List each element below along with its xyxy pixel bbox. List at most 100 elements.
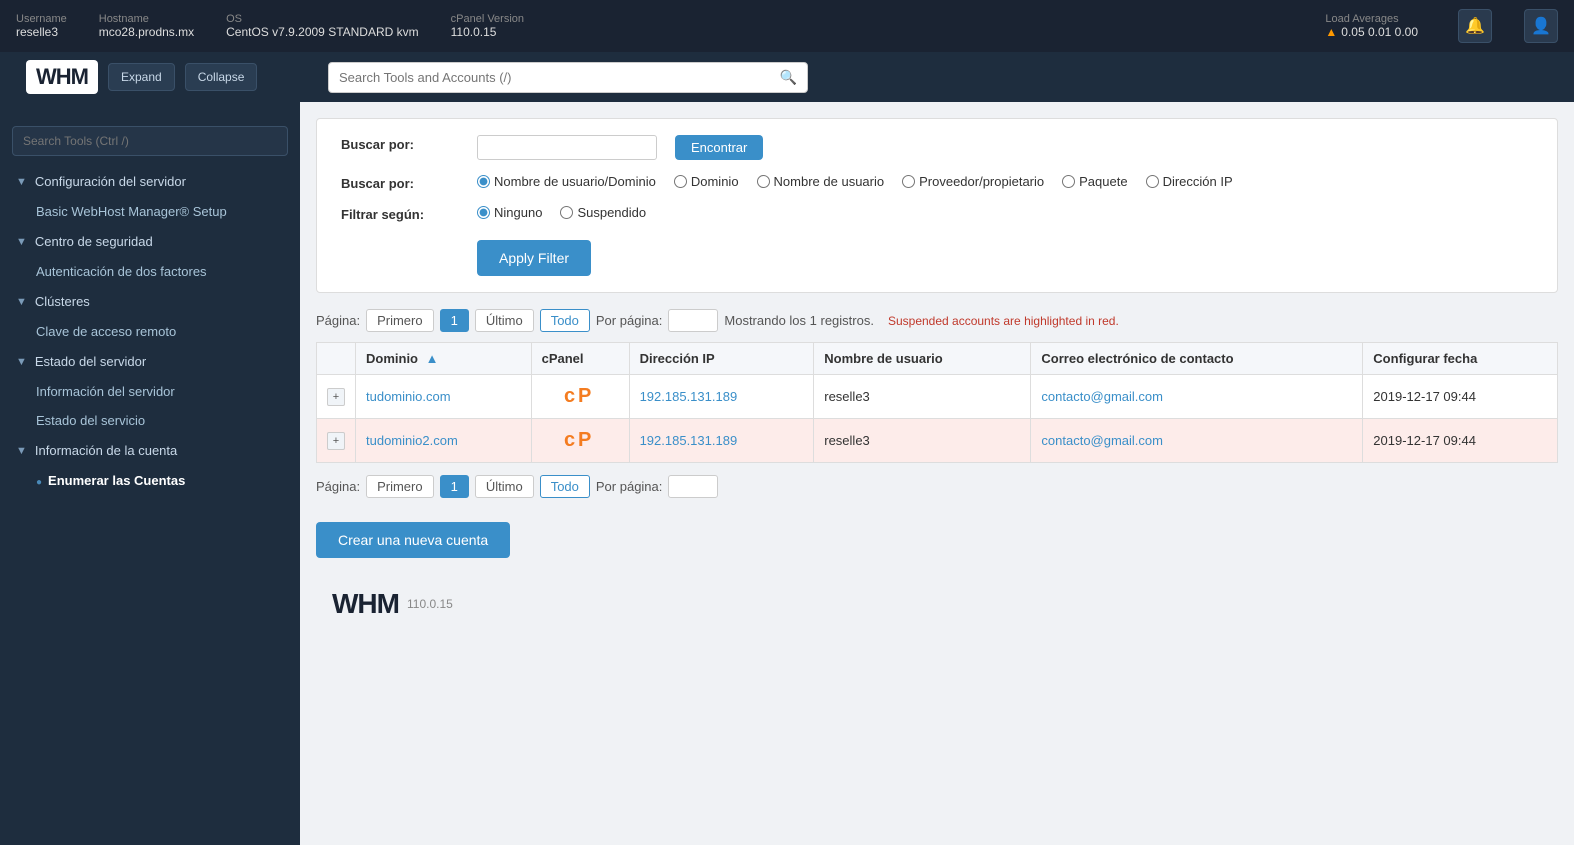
date-cell: 2019-12-17 09:44 <box>1363 375 1558 419</box>
sidebar-section-header-estado-servidor[interactable]: ▼ Estado del servidor <box>0 346 300 377</box>
chevron-down-icon-4: ▼ <box>16 356 27 368</box>
buscar-por-label-1: Buscar por: <box>341 135 461 152</box>
page-number-top[interactable]: 1 <box>440 309 469 332</box>
sidebar-section-header-configuracion[interactable]: ▼ Configuración del servidor <box>0 166 300 197</box>
sidebar-section-clusteres: ▼ Clústeres Clave de acceso remoto <box>0 286 300 346</box>
search-input[interactable] <box>477 135 657 160</box>
sidebar-item-info-servidor[interactable]: Información del servidor <box>0 377 300 406</box>
os-info: OS CentOS v7.9.2009 STANDARD kvm <box>226 13 419 39</box>
suspended-note: Suspended accounts are highlighted in re… <box>888 314 1119 328</box>
os-value: CentOS v7.9.2009 STANDARD kvm <box>226 25 419 39</box>
todo-button-top[interactable]: Todo <box>540 309 590 332</box>
sidebar-item-estado-servicio[interactable]: Estado del servicio <box>0 406 300 435</box>
sidebar-section-label-estado-servidor: Estado del servidor <box>35 354 146 369</box>
svg-text:P: P <box>578 429 591 451</box>
primero-button-top[interactable]: Primero <box>366 309 434 332</box>
th-expand <box>317 343 356 375</box>
top-bar: Username reselle3 Hostname mco28.prodns.… <box>0 0 1574 52</box>
filter-row-filtrar: Filtrar según: Ninguno Suspendido <box>341 205 1533 222</box>
search-icon[interactable]: 🔍 <box>780 69 797 86</box>
footer-version: 110.0.15 <box>407 597 453 611</box>
sidebar-item-clave-acceso[interactable]: Clave de acceso remoto <box>0 317 300 346</box>
sidebar-section-info-cuenta: ▼ Información de la cuenta ●Enumerar las… <box>0 435 300 495</box>
por-pagina-label-bottom: Por página: <box>596 479 663 494</box>
notifications-button[interactable]: 🔔 <box>1458 9 1492 43</box>
pagination-top: Página: Primero 1 Último Todo Por página… <box>316 309 1558 332</box>
cpanel-version-value: 110.0.15 <box>451 25 524 39</box>
pagina-label-top: Página: <box>316 313 360 328</box>
whm-footer-logo: WHM <box>332 588 399 620</box>
table-header-row: Dominio ▲ cPanel Dirección IP Nombre de … <box>317 343 1558 375</box>
cpanel-logo-icon: cP <box>562 426 598 452</box>
collapse-button[interactable]: Collapse <box>185 63 258 91</box>
dominio-link[interactable]: tudominio.com <box>366 389 451 404</box>
th-cpanel: cPanel <box>531 343 629 375</box>
radio-ninguno[interactable]: Ninguno <box>477 205 542 220</box>
th-email: Correo electrónico de contacto <box>1031 343 1363 375</box>
sort-arrow-icon: ▲ <box>426 351 439 366</box>
sidebar-item-basic-webhost[interactable]: Basic WebHost Manager® Setup <box>0 197 300 226</box>
sidebar-section-label-info-cuenta: Información de la cuenta <box>35 443 177 458</box>
global-search-box: 🔍 <box>328 62 808 93</box>
hostname-value: mco28.prodns.mx <box>99 25 194 39</box>
primero-button-bottom[interactable]: Primero <box>366 475 434 498</box>
username-value: reselle3 <box>16 25 67 39</box>
radio-suspendido[interactable]: Suspendido <box>560 205 646 220</box>
os-label: OS <box>226 13 419 25</box>
sidebar-section-seguridad: ▼ Centro de seguridad Autenticación de d… <box>0 226 300 286</box>
load-label: Load Averages <box>1325 13 1418 25</box>
main-layout: ▼ Configuración del servidor Basic WebHo… <box>0 102 1574 845</box>
cpanel-icon[interactable]: cP <box>562 382 598 408</box>
per-page-input-top[interactable]: 30 <box>668 309 718 332</box>
th-ip: Dirección IP <box>629 343 814 375</box>
cpanel-icon[interactable]: cP <box>562 426 598 452</box>
radio-nombre-usuario[interactable]: Nombre de usuario <box>757 174 885 189</box>
sidebar-search-input[interactable] <box>12 126 288 156</box>
encontrar-button[interactable]: Encontrar <box>675 135 763 160</box>
content-area: Buscar por: Encontrar Buscar por: Nombre… <box>300 102 1574 845</box>
ultimo-button-bottom[interactable]: Último <box>475 475 534 498</box>
cpanel-logo-icon: cP <box>562 382 598 408</box>
dominio-link[interactable]: tudominio2.com <box>366 433 458 448</box>
th-dominio[interactable]: Dominio ▲ <box>356 343 532 375</box>
apply-filter-button[interactable]: Apply Filter <box>477 240 591 276</box>
sidebar-item-autenticacion[interactable]: Autenticación de dos factores <box>0 257 300 286</box>
filter-card: Buscar por: Encontrar Buscar por: Nombre… <box>316 118 1558 293</box>
global-search-input[interactable] <box>339 70 774 85</box>
radio-proveedor[interactable]: Proveedor/propietario <box>902 174 1044 189</box>
radio-dominio[interactable]: Dominio <box>674 174 739 189</box>
content-inner: Buscar por: Encontrar Buscar por: Nombre… <box>300 102 1574 646</box>
ip-address: 192.185.131.189 <box>629 375 814 419</box>
pagina-label-bottom: Página: <box>316 479 360 494</box>
hostname-label: Hostname <box>99 13 194 25</box>
whm-logo: WHM <box>26 60 98 94</box>
radio-paquete[interactable]: Paquete <box>1062 174 1127 189</box>
expand-button[interactable]: Expand <box>108 63 175 91</box>
footer: WHM 110.0.15 <box>316 578 1558 630</box>
sidebar-header <box>0 102 300 126</box>
todo-button-bottom[interactable]: Todo <box>540 475 590 498</box>
chevron-down-icon-2: ▼ <box>16 236 27 248</box>
username-label: Username <box>16 13 67 25</box>
sidebar-section-header-seguridad[interactable]: ▼ Centro de seguridad <box>0 226 300 257</box>
radio-ip[interactable]: Dirección IP <box>1146 174 1233 189</box>
new-account-button[interactable]: Crear una nueva cuenta <box>316 522 510 558</box>
ultimo-button-top[interactable]: Último <box>475 309 534 332</box>
filter-row-radio: Buscar por: Nombre de usuario/Dominio Do… <box>341 174 1533 191</box>
expand-row-button[interactable]: + <box>327 432 345 450</box>
buscar-por-label-2: Buscar por: <box>341 174 461 191</box>
per-page-input-bottom[interactable]: 30 <box>668 475 718 498</box>
expand-row-button[interactable]: + <box>327 388 345 406</box>
page-number-bottom[interactable]: 1 <box>440 475 469 498</box>
user-menu-button[interactable]: 👤 <box>1524 9 1558 43</box>
sidebar-section-header-clusteres[interactable]: ▼ Clústeres <box>0 286 300 317</box>
filter-row-search: Buscar por: Encontrar <box>341 135 1533 160</box>
sidebar: ▼ Configuración del servidor Basic WebHo… <box>0 102 300 845</box>
sidebar-section-header-info-cuenta[interactable]: ▼ Información de la cuenta <box>0 435 300 466</box>
sidebar-item-enumerar-cuentas[interactable]: ●Enumerar las Cuentas <box>0 466 300 495</box>
chevron-down-icon: ▼ <box>16 176 27 188</box>
ip-address: 192.185.131.189 <box>629 419 814 463</box>
email-cell: contacto@gmail.com <box>1031 419 1363 463</box>
radio-nombre-dominio[interactable]: Nombre de usuario/Dominio <box>477 174 656 189</box>
accounts-table: Dominio ▲ cPanel Dirección IP Nombre de … <box>316 342 1558 463</box>
